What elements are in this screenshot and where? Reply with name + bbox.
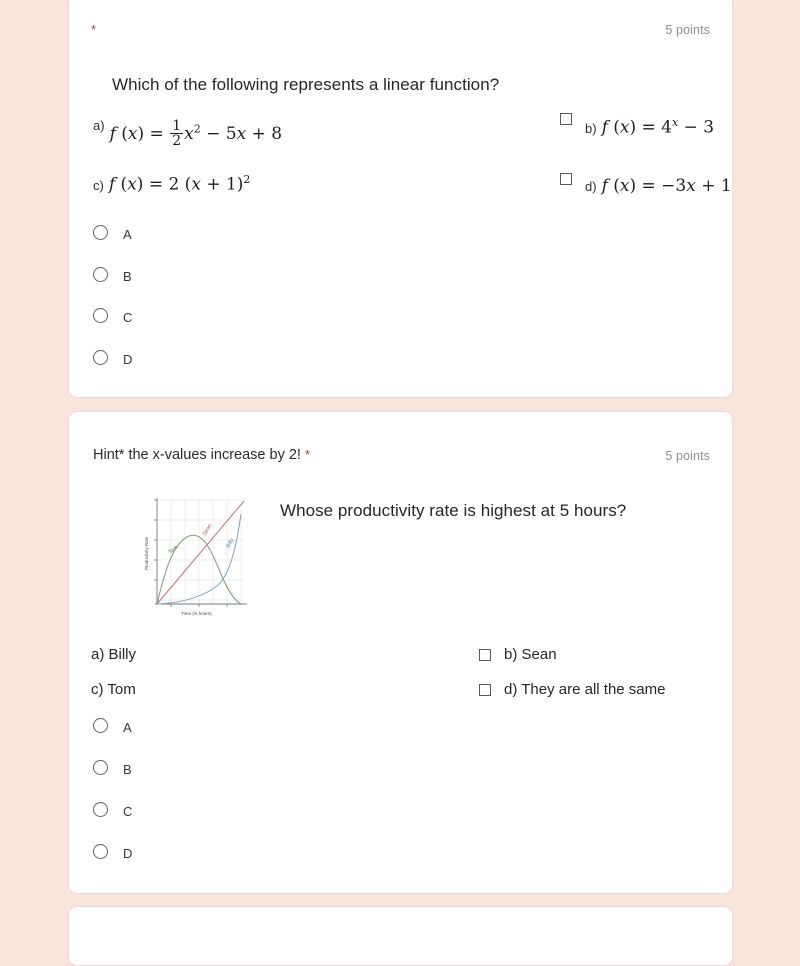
choice-b: b) f (x) = 4x − 3 <box>585 116 715 138</box>
radio-option-d[interactable] <box>93 350 108 365</box>
choice-b-text: Sean <box>521 646 557 663</box>
choice-d-letter: d) <box>585 179 597 194</box>
choice-a-text: Billy <box>108 646 137 663</box>
choice-a-letter: a) <box>91 646 105 663</box>
radio-option-b-label: B <box>123 269 132 284</box>
radio-option-a[interactable] <box>93 225 108 240</box>
question-title: Whose productivity rate is highest at 5 … <box>280 501 627 520</box>
choice-b: b) Sean <box>504 646 557 663</box>
chart-x-axis-label: Time (in hours) <box>181 611 212 616</box>
question-hint-text: Hint* the x-values increase by 2! <box>93 447 301 463</box>
choice-c-text: Tom <box>107 681 136 698</box>
radio-option-c[interactable] <box>93 308 108 323</box>
chart-y-axis-label: Productivity Rate <box>144 536 149 570</box>
radio-option-c-label: C <box>123 310 133 325</box>
question-card-1: * 5 points Which of the following repres… <box>68 0 733 398</box>
question-card-2: Hint* the x-values increase by 2! * 5 po… <box>68 411 733 894</box>
required-asterisk: * <box>304 447 311 462</box>
radio-option-b[interactable] <box>93 760 108 775</box>
required-asterisk: * <box>91 22 97 37</box>
choice-a-letter: a) <box>93 118 105 133</box>
choice-d-text: They are all the same <box>521 681 666 698</box>
choice-a: a) f (x) = 1 2 x2 − 5x + 8 <box>93 117 283 149</box>
question-card-3 <box>68 906 733 966</box>
form-page: * 5 points Which of the following repres… <box>0 0 800 966</box>
choice-c: c) Tom <box>91 681 136 698</box>
question-title: Which of the following represents a line… <box>112 75 500 94</box>
choice-c-letter: c) <box>93 177 104 193</box>
choice-b-checkbox[interactable] <box>560 113 572 125</box>
radio-option-a-label: A <box>123 227 132 242</box>
choice-d-letter: d) <box>504 681 518 698</box>
radio-option-c[interactable] <box>93 802 108 817</box>
radio-option-d-label: D <box>123 846 133 861</box>
radio-option-d[interactable] <box>93 844 108 859</box>
radio-option-a[interactable] <box>93 718 108 733</box>
choice-c: c) f (x) = 2 (x + 1)2 <box>93 173 251 195</box>
productivity-chart: Tom Sean Billy Productivity Rate Time (i… <box>137 492 249 622</box>
productivity-chart-svg: Tom Sean Billy Productivity Rate Time (i… <box>137 492 249 622</box>
choice-a: a) Billy <box>91 646 136 663</box>
points-label: 5 points <box>665 449 710 463</box>
choice-d: d) f (x) = −3x + 1 <box>585 176 732 196</box>
radio-option-b-label: B <box>123 762 132 777</box>
radio-option-d-label: D <box>123 352 133 367</box>
choice-b-letter: b) <box>585 120 597 136</box>
choice-b-letter: b) <box>504 646 518 663</box>
radio-option-b[interactable] <box>93 267 108 282</box>
choice-d-checkbox[interactable] <box>479 684 491 696</box>
choice-d-checkbox[interactable] <box>560 173 572 185</box>
choice-c-letter: c) <box>91 681 104 698</box>
radio-option-a-label: A <box>123 720 132 735</box>
choice-d: d) They are all the same <box>504 681 666 698</box>
choice-b-checkbox[interactable] <box>479 649 491 661</box>
radio-option-c-label: C <box>123 804 133 819</box>
points-label: 5 points <box>665 23 710 37</box>
question-hint: Hint* the x-values increase by 2! * <box>93 447 310 463</box>
